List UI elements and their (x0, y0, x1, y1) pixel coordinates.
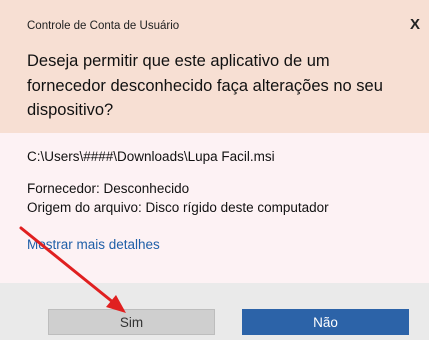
uac-dialog: Controle de Conta de Usuário X Deseja pe… (0, 0, 429, 340)
file-origin: Origem do arquivo: Disco rígido deste co… (27, 200, 329, 215)
permission-question: Deseja permitir que este aplicativo de u… (27, 52, 383, 119)
vendor-info: Fornecedor: Desconhecido (27, 181, 190, 196)
show-more-details-link[interactable]: Mostrar mais detalhes (27, 237, 160, 252)
dialog-title: Controle de Conta de Usuário (27, 20, 180, 32)
yes-button[interactable]: Sim (48, 309, 215, 335)
no-button[interactable]: Não (242, 309, 409, 335)
file-path: C:\Users\####\Downloads\Lupa Facil.msi (27, 149, 275, 164)
close-icon[interactable]: X (410, 16, 420, 33)
